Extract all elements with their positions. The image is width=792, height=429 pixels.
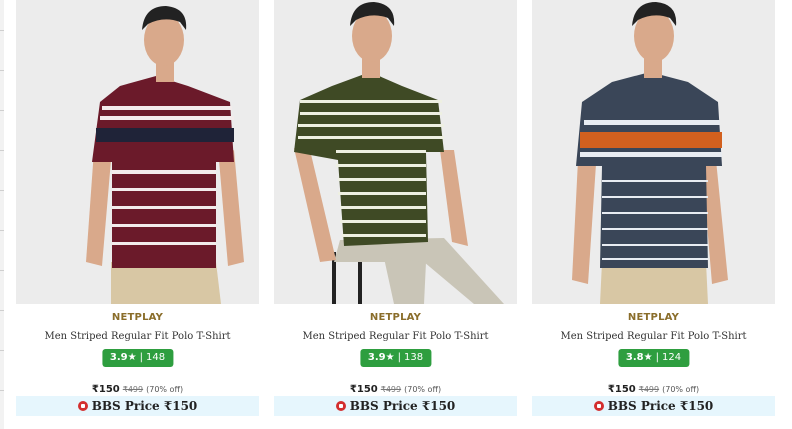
discount-label: (70% off)	[146, 385, 184, 394]
price-row: ₹150 ₹499 (70% off)	[274, 377, 517, 396]
rating-count: 124	[661, 352, 682, 363]
product-card[interactable]: NETPLAY Men Striped Regular Fit Polo T-S…	[16, 0, 259, 429]
product-card[interactable]: NETPLAY Men Striped Regular Fit Polo T-S…	[532, 0, 775, 429]
star-icon: ★	[127, 352, 137, 363]
selling-price: ₹150	[349, 384, 378, 395]
bbs-price-banner: BBS Price ₹150	[532, 396, 775, 416]
bbs-badge-icon	[593, 401, 604, 411]
selling-price: ₹150	[91, 384, 120, 395]
bbs-price-label: BBS Price ₹150	[349, 399, 456, 413]
mrp-price: ₹499	[380, 385, 402, 394]
star-icon: ★	[643, 352, 653, 363]
product-title[interactable]: Men Striped Regular Fit Polo T-Shirt	[274, 331, 517, 342]
rating-value: 3.9	[109, 352, 128, 363]
discount-label: (70% off)	[662, 385, 700, 394]
selling-price: ₹150	[607, 384, 636, 395]
rating-value: 3.9	[367, 352, 386, 363]
bbs-price-label: BBS Price ₹150	[91, 399, 198, 413]
rating-count: 138	[403, 352, 424, 363]
product-image[interactable]	[532, 0, 775, 304]
price-row: ₹150 ₹499 (70% off)	[16, 377, 259, 396]
product-title[interactable]: Men Striped Regular Fit Polo T-Shirt	[532, 331, 775, 342]
product-title[interactable]: Men Striped Regular Fit Polo T-Shirt	[16, 331, 259, 342]
rating-badge: 3.9★ | 138	[359, 349, 432, 367]
maroon-polo-photo	[16, 0, 259, 304]
product-image[interactable]	[16, 0, 259, 304]
product-image[interactable]	[274, 0, 517, 304]
bbs-price-banner: BBS Price ₹150	[274, 396, 517, 416]
mrp-price: ₹499	[638, 385, 660, 394]
rating-badge: 3.9★ | 148	[101, 349, 174, 367]
product-card[interactable]: NETPLAY Men Striped Regular Fit Polo T-S…	[274, 0, 517, 429]
discount-label: (70% off)	[404, 385, 442, 394]
rating-value: 3.8	[625, 352, 644, 363]
bbs-badge-icon	[77, 401, 88, 411]
navy-polo-photo	[532, 0, 775, 304]
brand-name: NETPLAY	[369, 312, 422, 323]
mrp-price: ₹499	[122, 385, 144, 394]
olive-polo-photo	[274, 0, 517, 304]
rating-count: 148	[145, 352, 166, 363]
bbs-price-banner: BBS Price ₹150	[16, 396, 259, 416]
left-scroll-edge	[0, 0, 4, 429]
star-icon: ★	[385, 352, 395, 363]
price-row: ₹150 ₹499 (70% off)	[532, 377, 775, 396]
bbs-badge-icon	[335, 401, 346, 411]
rating-badge: 3.8★ | 124	[617, 349, 690, 367]
brand-name: NETPLAY	[111, 312, 164, 323]
bbs-price-label: BBS Price ₹150	[607, 399, 714, 413]
brand-name: NETPLAY	[627, 312, 680, 323]
